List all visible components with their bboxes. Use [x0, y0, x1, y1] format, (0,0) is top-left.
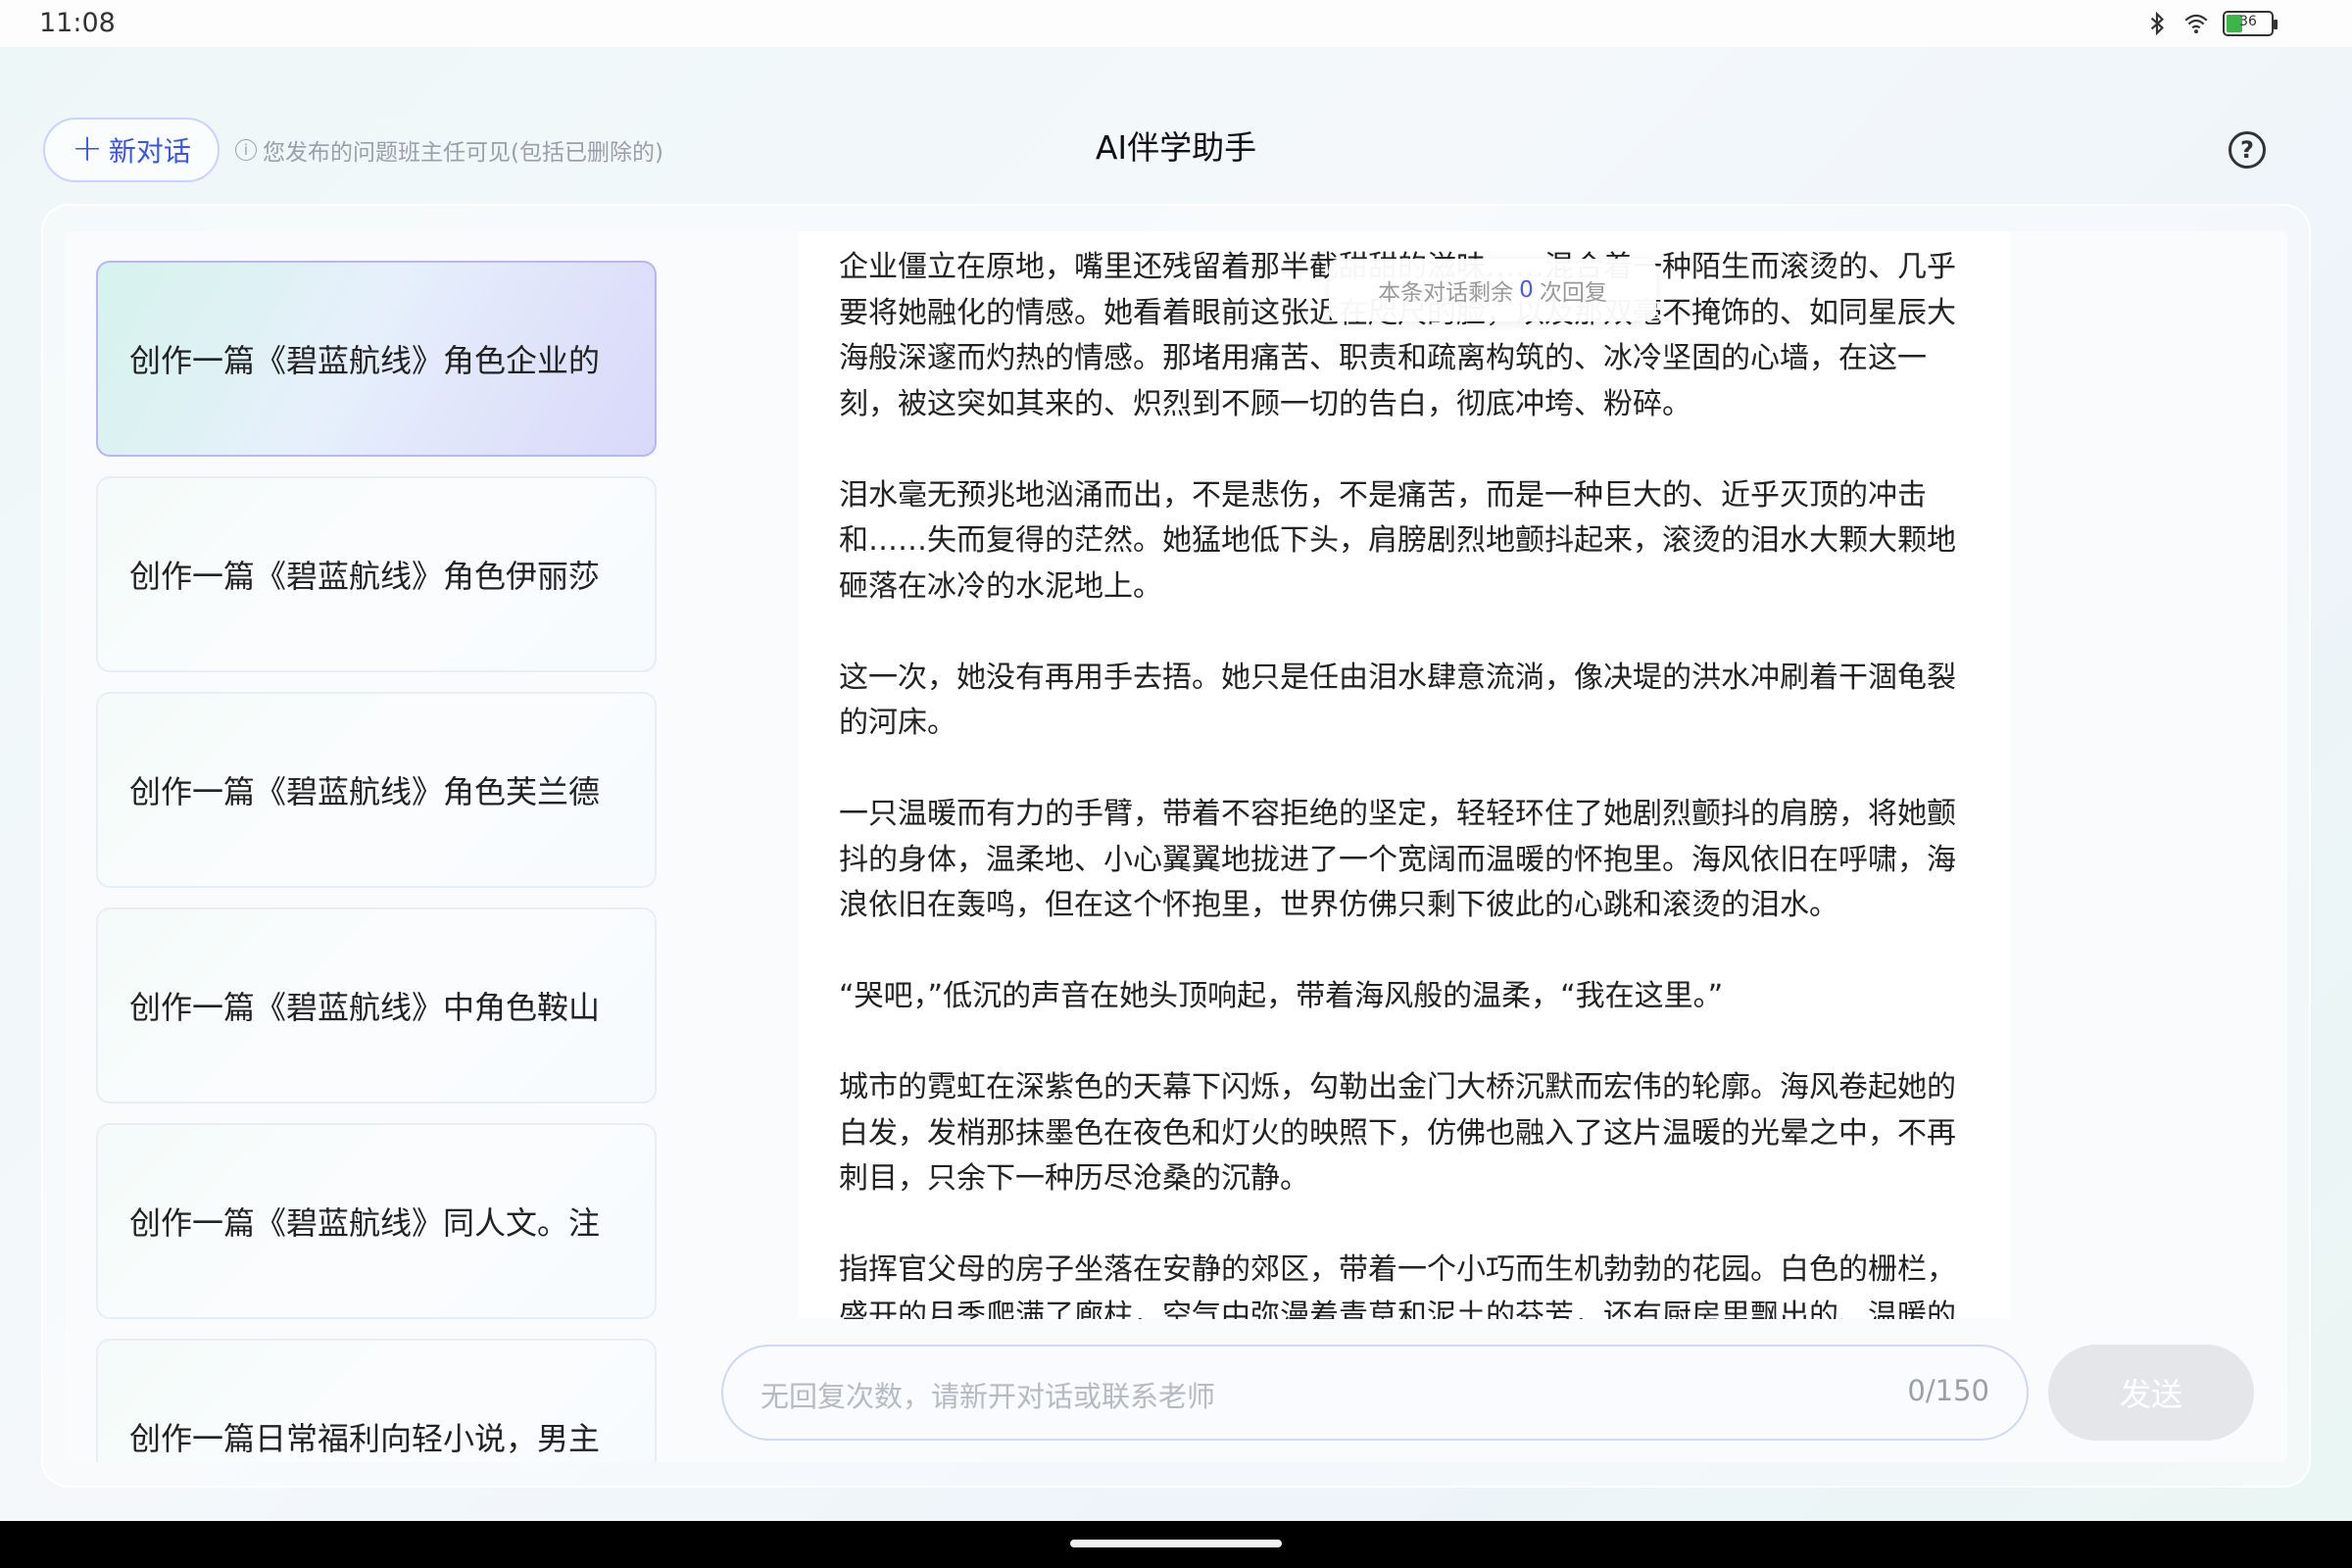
conversation-item-label: 创作一篇《碧蓝航线》同人文。注: [129, 1204, 601, 1242]
toast-suffix: 次回复: [1539, 280, 1607, 306]
message-input-placeholder: 无回复次数，请新开对话或联系老师: [760, 1380, 1216, 1413]
conversation-item[interactable]: 创作一篇《碧蓝航线》角色芙兰德: [96, 692, 657, 888]
chat-paragraph: 这一次，她没有再用手去捂。她只是任由泪水肆意流淌，像决堤的洪水冲刷着干涸龟裂的河…: [839, 660, 1956, 741]
status-time: 11:08: [39, 8, 116, 38]
battery-icon: 36: [2223, 11, 2278, 36]
message-input[interactable]: 无回复次数，请新开对话或联系老师 0/150: [721, 1345, 2029, 1441]
chat-paragraph: 城市的霓虹在深紫色的天幕下闪烁，勾勒出金门大桥沉默而宏伟的轮廓。海风卷起她的白发…: [839, 1070, 1956, 1196]
conversation-item[interactable]: 创作一篇《碧蓝航线》中角色鞍山: [96, 907, 657, 1103]
home-gesture-handle[interactable]: [1070, 1540, 1282, 1547]
chat-message-area[interactable]: 企业僵立在原地，嘴里还残留着那半截甜甜的滋味……混合着一种陌生而滚烫的、几乎要将…: [798, 231, 2011, 1319]
conversation-item-label: 创作一篇《碧蓝航线》中角色鞍山: [129, 989, 601, 1026]
chat-paragraph: 一只温暖而有力的手臂，带着不容拒绝的坚定，轻轻环住了她剧烈颤抖的肩膀，将她颤抖的…: [839, 797, 1956, 922]
help-icon[interactable]: ?: [2229, 131, 2266, 169]
conversation-item[interactable]: 创作一篇日常福利向轻小说，男主: [96, 1339, 657, 1462]
conversation-item[interactable]: 创作一篇《碧蓝航线》同人文。注: [96, 1123, 657, 1319]
page-title: AI伴学助手: [1095, 128, 1257, 167]
conversation-item-label: 创作一篇日常福利向轻小说，男主: [129, 1420, 601, 1457]
chat-paragraph: 泪水毫无预兆地汹涌而出，不是悲伤，不是痛苦，而是一种巨大的、近乎灭顶的冲击和………: [839, 477, 1956, 604]
status-icons: 36: [2144, 10, 2278, 37]
char-counter: 0/150: [1907, 1374, 1989, 1407]
status-bar: 11:08 36: [0, 0, 2352, 47]
wifi-icon: [2184, 14, 2208, 34]
send-button[interactable]: 发送: [2048, 1345, 2254, 1441]
toast-prefix: 本条对话剩余: [1378, 280, 1514, 306]
conversation-item[interactable]: 创作一篇《碧蓝航线》角色伊丽莎: [96, 476, 657, 672]
conversation-list[interactable]: 创作一篇《碧蓝航线》角色企业的 创作一篇《碧蓝航线》角色伊丽莎 创作一篇《碧蓝航线》…: [96, 231, 659, 1462]
conversation-item-label: 创作一篇《碧蓝航线》角色伊丽莎: [129, 558, 601, 595]
conversation-item-label: 创作一篇《碧蓝航线》角色芙兰德: [129, 773, 601, 810]
battery-percent: 36: [2239, 14, 2257, 29]
bluetooth-icon: [2150, 11, 2164, 36]
remaining-replies-toast: 本条对话剩余 0 次回复: [1329, 259, 1656, 321]
chat-paragraph: “哭吧，”低沉的声音在她头顶响起，带着海风般的温柔，“我在这里。”: [839, 979, 1724, 1013]
chat-paragraph: 指挥官父母的房子坐落在安静的郊区，带着一个小巧而生机勃勃的花园。白色的栅栏，盛开…: [839, 1252, 1956, 1319]
conversation-item[interactable]: 创作一篇《碧蓝航线》角色企业的: [96, 261, 657, 457]
content-area: 创作一篇《碧蓝航线》角色企业的 创作一篇《碧蓝航线》角色伊丽莎 创作一篇《碧蓝航线》…: [65, 231, 2287, 1462]
conversation-item-label: 创作一篇《碧蓝航线》角色企业的: [129, 342, 601, 379]
chat-message: 企业僵立在原地，嘴里还残留着那半截甜甜的滋味……混合着一种陌生而滚烫的、几乎要将…: [798, 231, 2011, 1319]
toast-count: 0: [1519, 277, 1534, 303]
